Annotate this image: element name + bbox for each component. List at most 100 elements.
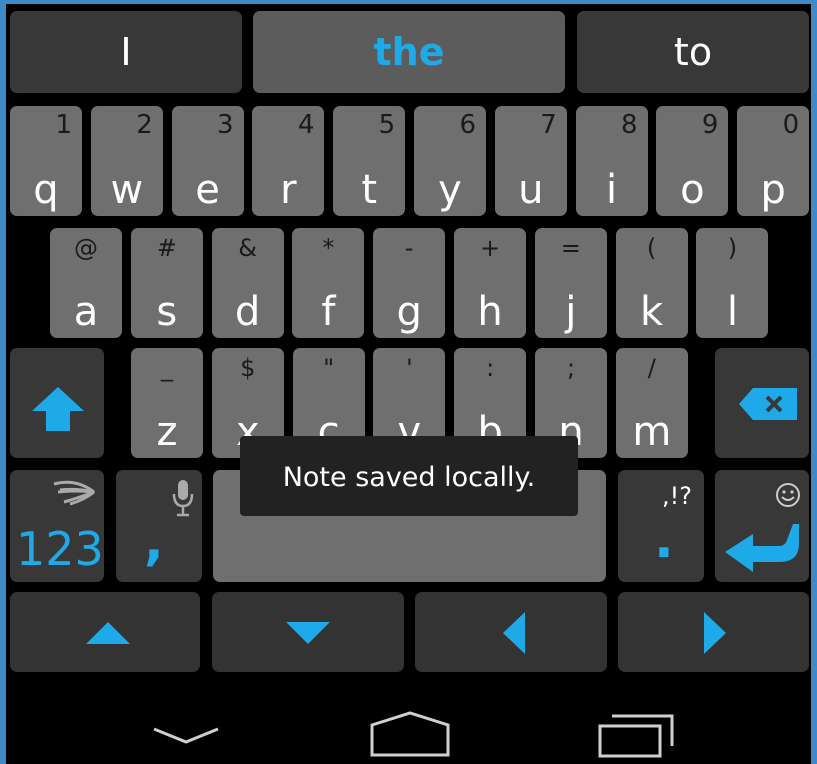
key-hint: 8 bbox=[621, 110, 638, 140]
key-j[interactable]: = j bbox=[534, 228, 607, 338]
key-e[interactable]: 3e bbox=[171, 106, 244, 216]
enter-key[interactable] bbox=[715, 470, 809, 582]
key-hint: ( bbox=[646, 234, 657, 262]
shift-icon bbox=[32, 387, 84, 431]
key-letter: e bbox=[195, 167, 220, 213]
key-hint: + bbox=[479, 234, 501, 262]
key-hint: $ bbox=[240, 354, 256, 382]
key-letter: w bbox=[110, 167, 144, 213]
key-hint: 4 bbox=[297, 110, 315, 140]
key-hint: 3 bbox=[217, 110, 234, 140]
key-hint: 2 bbox=[136, 110, 153, 140]
key-hint: : bbox=[486, 354, 495, 382]
key-hint: - bbox=[404, 234, 414, 262]
comma-key[interactable]: , bbox=[116, 470, 202, 582]
period-label: . bbox=[654, 510, 674, 570]
key-q[interactable]: 1q bbox=[10, 106, 82, 216]
suggestion-left[interactable]: I bbox=[10, 11, 242, 93]
key-hint: ; bbox=[566, 354, 576, 382]
key-o[interactable]: 9o bbox=[656, 106, 729, 216]
comma-label: , bbox=[144, 512, 164, 572]
key-hint: / bbox=[647, 354, 656, 382]
punctuation-hint: ,!? bbox=[662, 482, 692, 510]
cursor-up-key[interactable] bbox=[10, 592, 200, 672]
nav-recent-apps-icon[interactable] bbox=[598, 714, 674, 758]
caret-down-icon bbox=[286, 622, 330, 644]
shift-key[interactable] bbox=[10, 348, 104, 458]
numbers-key[interactable]: 123 bbox=[10, 470, 104, 582]
key-letter: k bbox=[640, 289, 664, 335]
key-letter: l bbox=[726, 289, 738, 335]
key-letter: g bbox=[396, 289, 422, 335]
key-y[interactable]: 6y bbox=[414, 106, 486, 216]
key-hint: * bbox=[322, 234, 335, 262]
numbers-label: 123 bbox=[16, 522, 104, 576]
key-hint: 7 bbox=[540, 110, 557, 140]
key-hint: " bbox=[323, 354, 335, 382]
caret-up-icon bbox=[86, 622, 130, 644]
period-key[interactable]: ,!? . bbox=[618, 470, 704, 582]
key-letter: j bbox=[565, 289, 577, 335]
key-letter: q bbox=[33, 167, 59, 213]
suggestion-center[interactable]: the bbox=[253, 11, 565, 93]
key-p[interactable]: 0p bbox=[737, 106, 810, 216]
cursor-down-key[interactable] bbox=[212, 592, 404, 672]
toast-message: Note saved locally. bbox=[240, 436, 578, 516]
key-z[interactable]: _ z bbox=[131, 348, 203, 458]
key-letter: i bbox=[606, 167, 618, 213]
key-letter: m bbox=[632, 409, 672, 455]
key-letter: z bbox=[156, 409, 178, 455]
key-hint: _ bbox=[161, 354, 173, 382]
key-hint: & bbox=[238, 234, 257, 262]
key-l[interactable]: ) l bbox=[696, 228, 769, 338]
enter-icon bbox=[725, 524, 799, 572]
cursor-left-key[interactable] bbox=[415, 592, 607, 672]
key-g[interactable]: -g bbox=[373, 228, 446, 338]
key-f[interactable]: * f bbox=[292, 228, 365, 338]
key-hint: ) bbox=[727, 234, 738, 262]
key-letter: h bbox=[477, 289, 503, 335]
key-hint: 9 bbox=[701, 110, 719, 140]
microphone-icon bbox=[172, 480, 194, 517]
key-h[interactable]: + h bbox=[454, 228, 526, 338]
key-letter: u bbox=[518, 167, 544, 213]
key-letter: p bbox=[760, 167, 786, 213]
key-r[interactable]: 4r bbox=[252, 106, 325, 216]
swype-logo-icon bbox=[53, 480, 95, 506]
key-i[interactable]: 8i bbox=[575, 106, 648, 216]
key-letter: o bbox=[680, 167, 705, 213]
smiley-icon bbox=[776, 483, 800, 507]
key-s[interactable]: # s bbox=[130, 228, 203, 338]
key-letter: d bbox=[234, 289, 261, 335]
keyboard: I the to 1q2w3e4r5t6y7u8i9o0p @ a # s & d * f - g… bbox=[6, 4, 811, 764]
key-letter: r bbox=[280, 167, 297, 213]
nav-home-icon[interactable] bbox=[370, 711, 450, 757]
caret-left-icon bbox=[503, 612, 525, 654]
key-d[interactable]: & d bbox=[211, 228, 284, 338]
key-hint: 1 bbox=[55, 110, 72, 140]
key-hint: 0 bbox=[782, 110, 800, 140]
key-w[interactable]: 2w bbox=[90, 106, 163, 216]
key-letter: f bbox=[321, 289, 336, 335]
key-hint: = bbox=[560, 234, 581, 262]
key-letter: t bbox=[361, 167, 378, 213]
cursor-right-key[interactable] bbox=[618, 592, 809, 672]
key-letter: s bbox=[156, 289, 178, 335]
key-letter: y bbox=[438, 167, 462, 213]
key-t[interactable]: 5t bbox=[333, 106, 406, 216]
nav-back-icon[interactable] bbox=[152, 726, 220, 746]
backspace-icon bbox=[739, 388, 797, 420]
key-u[interactable]: 7u bbox=[494, 106, 567, 216]
caret-right-icon bbox=[704, 612, 726, 654]
key-hint: 5 bbox=[378, 110, 396, 140]
key-a[interactable]: @ a bbox=[50, 228, 122, 338]
key-hint: @ bbox=[74, 234, 98, 262]
backspace-key[interactable] bbox=[715, 348, 809, 458]
key-k[interactable]: (k bbox=[615, 228, 688, 338]
key-m[interactable]: / m bbox=[615, 348, 688, 458]
key-letter: a bbox=[73, 289, 99, 335]
suggestion-right[interactable]: to bbox=[577, 11, 809, 93]
key-hint: ' bbox=[406, 354, 413, 382]
key-hint: 6 bbox=[459, 110, 476, 140]
key-hint: # bbox=[156, 234, 177, 262]
